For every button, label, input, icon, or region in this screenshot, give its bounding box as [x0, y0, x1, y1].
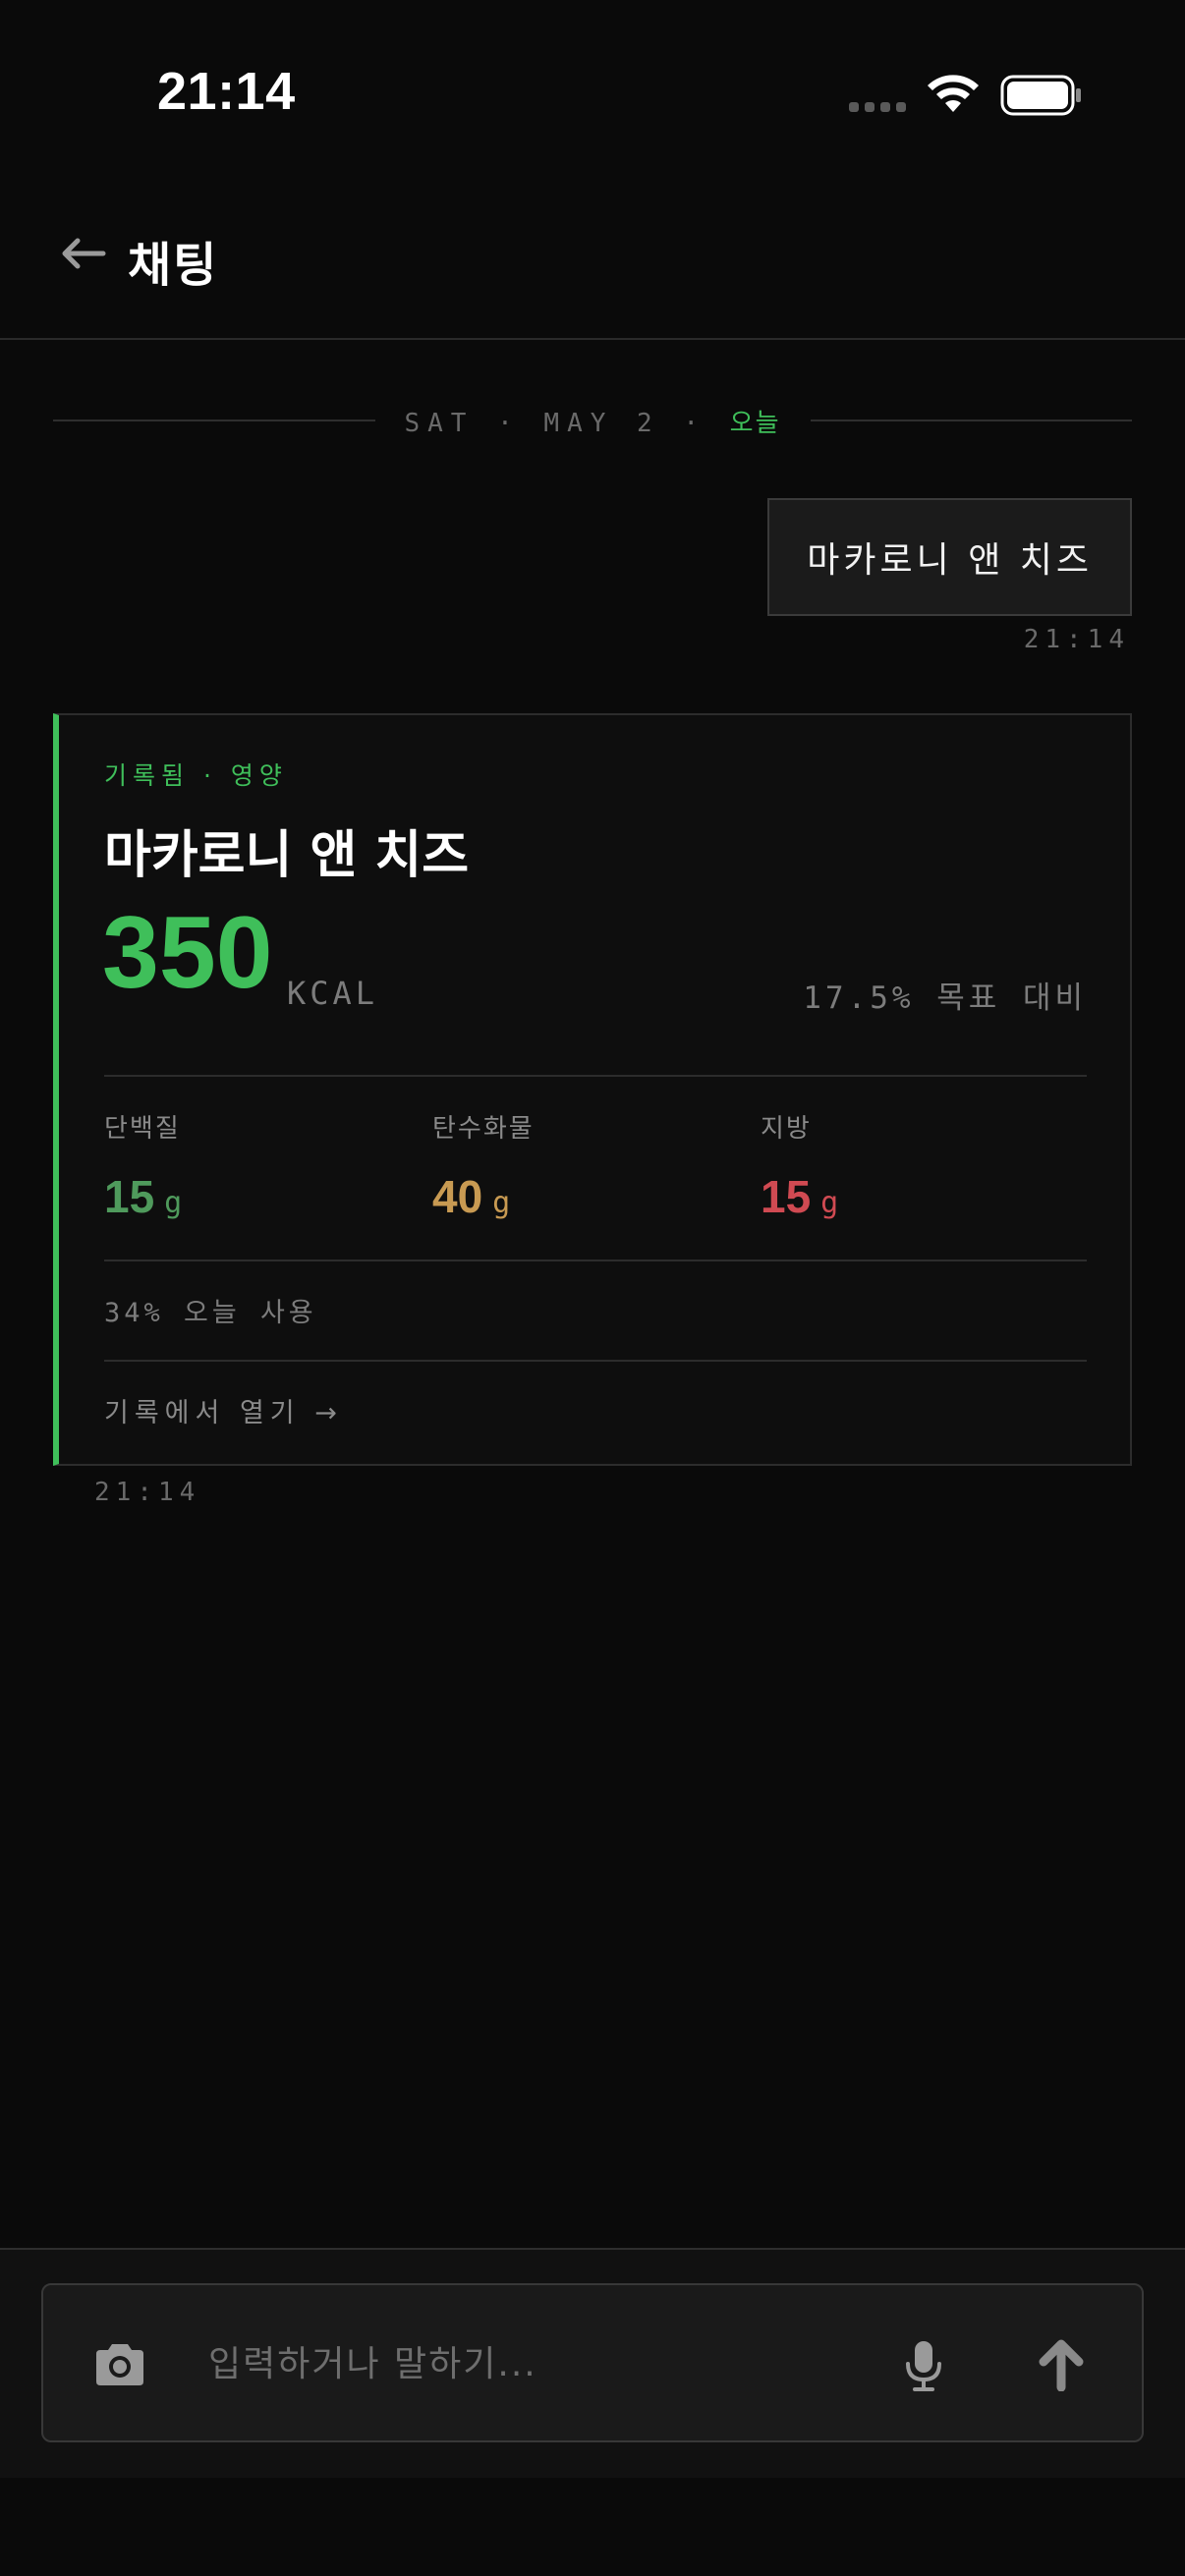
status-time: 21:14: [157, 62, 296, 121]
macro-fat: 지방 15 g: [761, 1108, 1075, 1223]
date-text: SAT · MAY 2 ·: [404, 408, 706, 438]
wifi-icon: [928, 75, 979, 112]
macro-label: 지방: [761, 1114, 812, 1144]
daily-usage-text: 34% 오늘 사용: [104, 1298, 317, 1328]
macro-value: 15: [761, 1171, 812, 1222]
macro-carbs: 탄수화물 40 g: [432, 1108, 747, 1223]
microphone-icon[interactable]: [902, 2338, 945, 2393]
macro-unit: g: [164, 1186, 183, 1220]
goal-percentage: 17.5% 목표 대비: [803, 980, 1087, 1016]
message-input[interactable]: [208, 2315, 896, 2413]
page-title: 채팅: [128, 238, 219, 293]
macro-label: 탄수화물: [432, 1114, 535, 1144]
kcal-unit: KCAL: [287, 975, 379, 1012]
card-tag: 기록됨 · 영양: [104, 761, 288, 790]
app-header: 채팅: [0, 187, 1185, 340]
date-label: SAT · MAY 2 · 오늘: [375, 403, 811, 439]
divider-line-right: [810, 420, 1132, 421]
macro-value: 40: [432, 1171, 483, 1222]
battery-icon: [1000, 75, 1081, 116]
open-in-log-link[interactable]: 기록에서 열기 →: [104, 1391, 343, 1429]
user-message-bubble[interactable]: 마카로니 앤 치즈: [767, 498, 1132, 616]
back-button[interactable]: [51, 226, 116, 281]
macro-unit: g: [492, 1186, 511, 1220]
card-divider: [104, 1075, 1087, 1077]
kcal-value: 350: [102, 896, 273, 1010]
card-divider: [104, 1260, 1087, 1261]
date-today-label: 오늘: [729, 408, 781, 438]
message-composer: [41, 2283, 1144, 2442]
macro-value: 15: [104, 1171, 155, 1222]
card-title: 마카로니 앤 치즈: [104, 826, 470, 885]
macro-protein: 단백질 15 g: [104, 1108, 419, 1223]
date-divider: SAT · MAY 2 · 오늘: [53, 401, 1132, 440]
signal-icon: [849, 102, 906, 112]
divider-line-left: [53, 420, 375, 421]
status-bar: 21:14: [0, 0, 1185, 187]
user-message-time: 21:14: [1023, 625, 1130, 654]
arrow-left-icon: [62, 238, 106, 269]
card-divider: [104, 1360, 1087, 1362]
card-message-time: 21:14: [94, 1478, 201, 1507]
chat-screen: 21:14 채팅 SAT · MAY 2 · 오늘 마카로니 앤 치즈 21:1…: [0, 0, 1185, 2576]
macro-label: 단백질: [104, 1114, 181, 1144]
macro-unit: g: [820, 1186, 839, 1220]
camera-icon[interactable]: [92, 2340, 147, 2387]
composer-area: [0, 2248, 1185, 2478]
nutrition-log-card[interactable]: 기록됨 · 영양 마카로니 앤 치즈 350 KCAL 17.5% 목표 대비 …: [53, 713, 1132, 1466]
send-arrow-up-icon[interactable]: [1034, 2336, 1089, 2391]
